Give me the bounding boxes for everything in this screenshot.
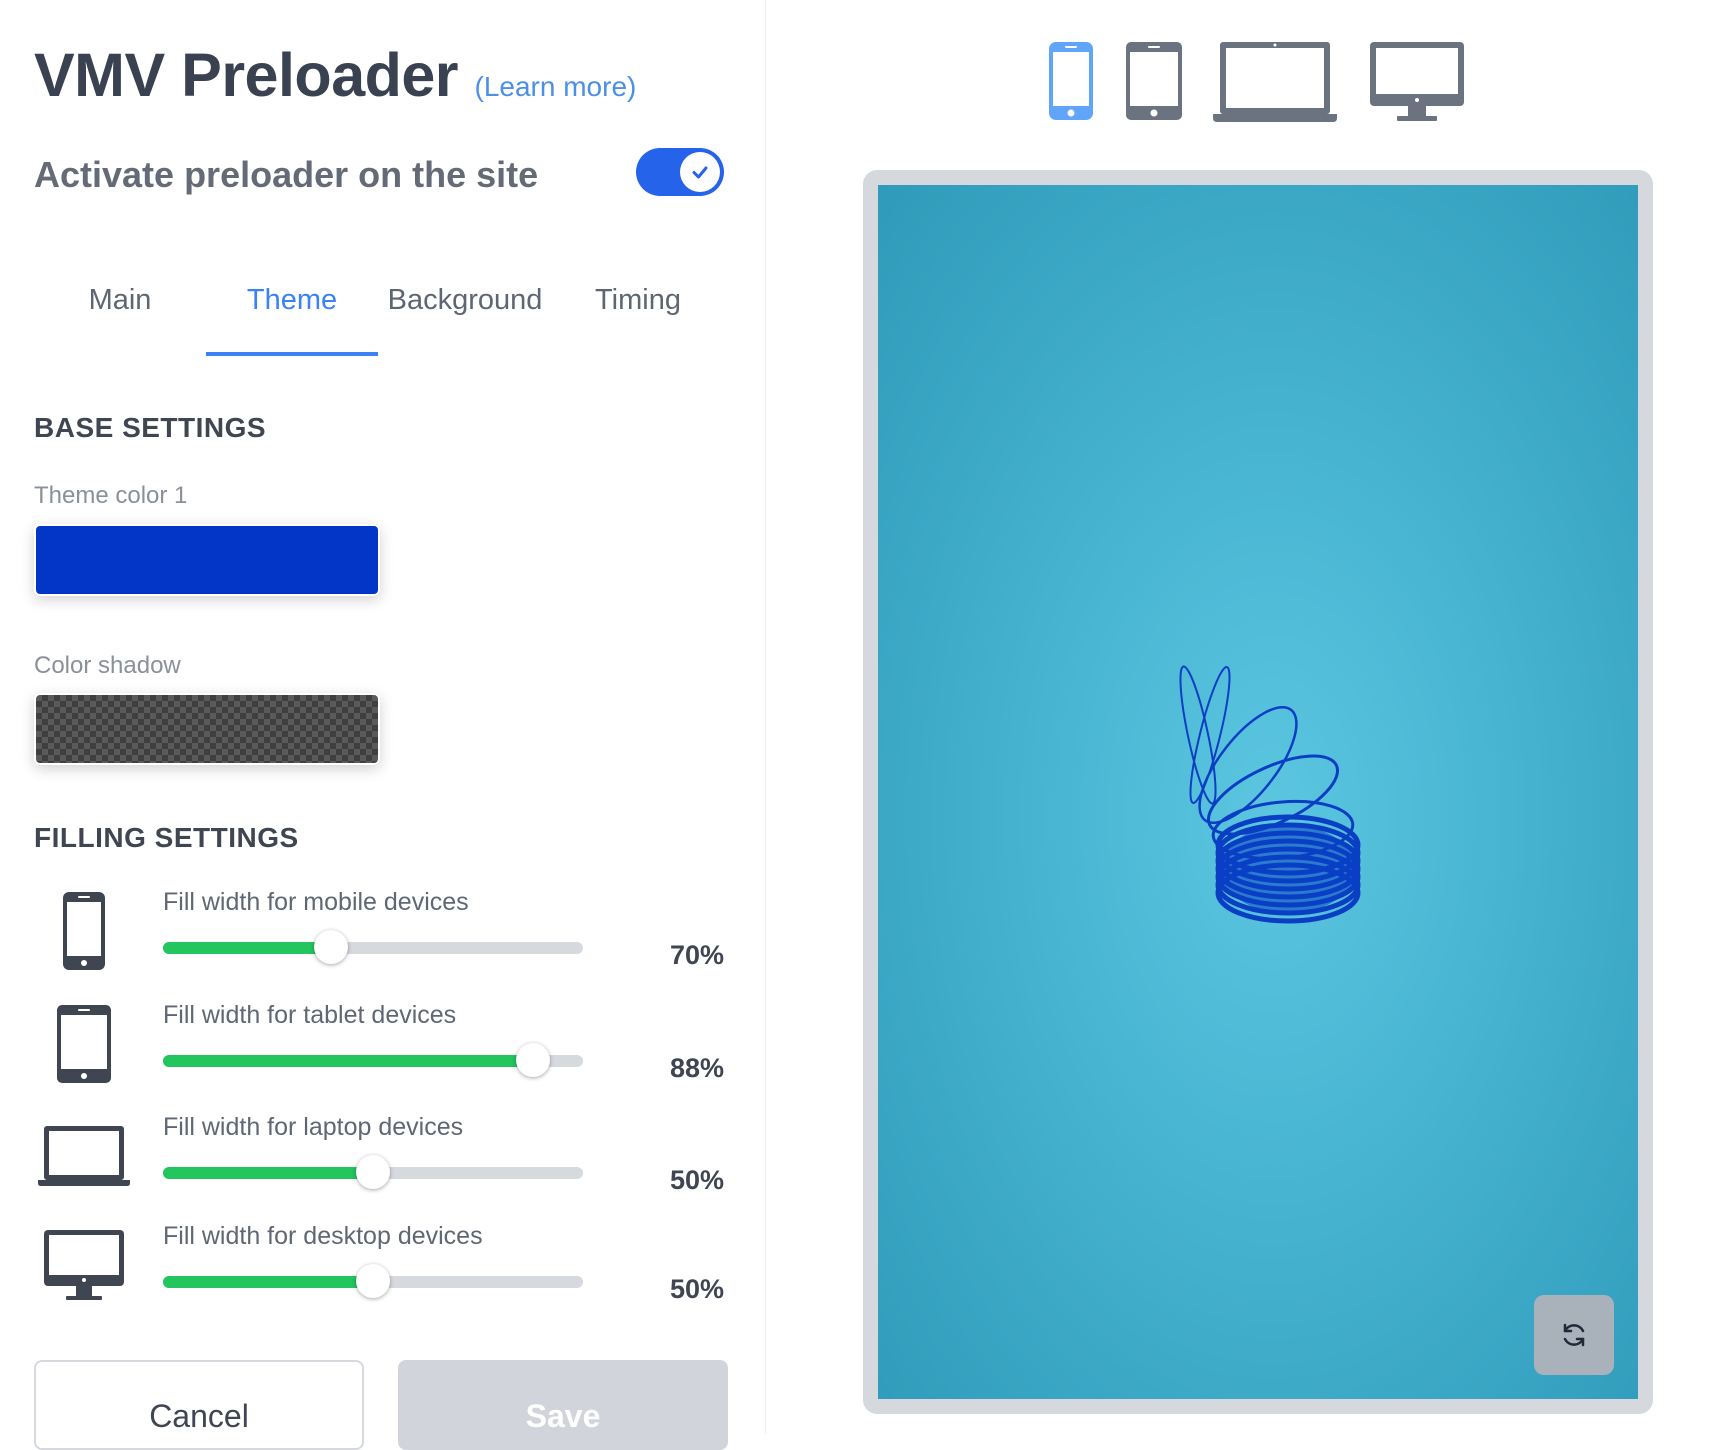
fill-value-laptop: 50%: [669, 1165, 724, 1195]
desktop-icon: [1370, 42, 1464, 121]
device-phone-button[interactable]: [1047, 38, 1095, 122]
laptop-icon: [1213, 42, 1337, 122]
base-settings-heading: BASE SETTINGS: [34, 412, 267, 443]
slider-fill: [163, 942, 331, 954]
fill-label-tablet: Fill width for tablet devices: [163, 1001, 457, 1029]
fill-row-desktop: Fill width for desktop devices 50%: [34, 1220, 724, 1324]
slider-thumb[interactable]: [515, 1043, 550, 1077]
tab-main[interactable]: Main: [34, 270, 206, 356]
tablet-icon: [34, 999, 134, 1089]
tab-theme[interactable]: Theme: [206, 270, 378, 356]
phone-icon: [1049, 42, 1093, 120]
fill-label-mobile: Fill width for mobile devices: [163, 888, 469, 916]
slider-mobile[interactable]: [163, 930, 583, 964]
preview-device-frame: [863, 170, 1653, 1414]
laptop-icon: [34, 1111, 134, 1201]
slider-fill: [163, 1167, 373, 1179]
fill-label-desktop: Fill width for desktop devices: [163, 1222, 483, 1250]
activate-toggle[interactable]: [636, 148, 724, 196]
preview-screen: [878, 185, 1638, 1399]
tab-timing[interactable]: Timing: [552, 270, 724, 356]
tab-bar: Main Theme Background Timing: [34, 270, 724, 356]
activate-row: Activate preloader on the site: [34, 146, 724, 202]
preview-panel: [766, 0, 1717, 1434]
toggle-knob: [680, 152, 720, 192]
fill-label-laptop: Fill width for laptop devices: [163, 1113, 464, 1141]
slider-thumb[interactable]: [314, 930, 348, 964]
color-shadow-label: Color shadow: [34, 652, 181, 679]
theme-color-label: Theme color 1: [34, 482, 188, 509]
cancel-button[interactable]: Cancel: [34, 1360, 364, 1450]
fill-value-mobile: 70%: [669, 940, 724, 970]
activate-label: Activate preloader on the site: [34, 154, 539, 195]
slider-thumb[interactable]: [356, 1264, 390, 1298]
device-desktop-button[interactable]: [1368, 38, 1466, 122]
desktop-icon: [34, 1220, 134, 1310]
fill-value-tablet: 88%: [669, 1053, 724, 1083]
slinky-spinner-icon: [1179, 665, 1361, 924]
slider-fill: [163, 1055, 533, 1067]
device-laptop-button[interactable]: [1213, 38, 1337, 122]
fill-value-desktop: 50%: [669, 1274, 724, 1304]
slider-tablet[interactable]: [163, 1043, 583, 1077]
slider-laptop[interactable]: [163, 1155, 583, 1189]
title-row: VMV Preloader (Learn more): [34, 40, 636, 110]
theme-color-swatch[interactable]: [34, 524, 380, 596]
phone-icon: [34, 886, 134, 976]
save-button[interactable]: Save: [398, 1360, 728, 1450]
device-tablet-button[interactable]: [1124, 38, 1184, 122]
tablet-icon: [1126, 42, 1182, 120]
refresh-button[interactable]: [1534, 1295, 1614, 1375]
learn-more-link[interactable]: (Learn more): [475, 71, 637, 102]
slider-desktop[interactable]: [163, 1264, 583, 1298]
filling-settings-heading: FILLING SETTINGS: [34, 822, 299, 853]
slider-fill: [163, 1276, 373, 1288]
page-title: VMV Preloader: [34, 41, 459, 109]
color-shadow-swatch[interactable]: [34, 693, 380, 765]
settings-panel: VMV Preloader (Learn more) Activate prel…: [0, 0, 766, 1450]
fill-row-tablet: Fill width for tablet devices 88%: [34, 999, 724, 1103]
tab-background[interactable]: Background: [378, 270, 552, 356]
fill-row-mobile: Fill width for mobile devices 70%: [34, 886, 724, 990]
slider-thumb[interactable]: [356, 1155, 390, 1189]
check-icon: [692, 166, 708, 179]
refresh-icon: [1563, 1323, 1585, 1347]
fill-row-laptop: Fill width for laptop devices 50%: [34, 1111, 724, 1215]
